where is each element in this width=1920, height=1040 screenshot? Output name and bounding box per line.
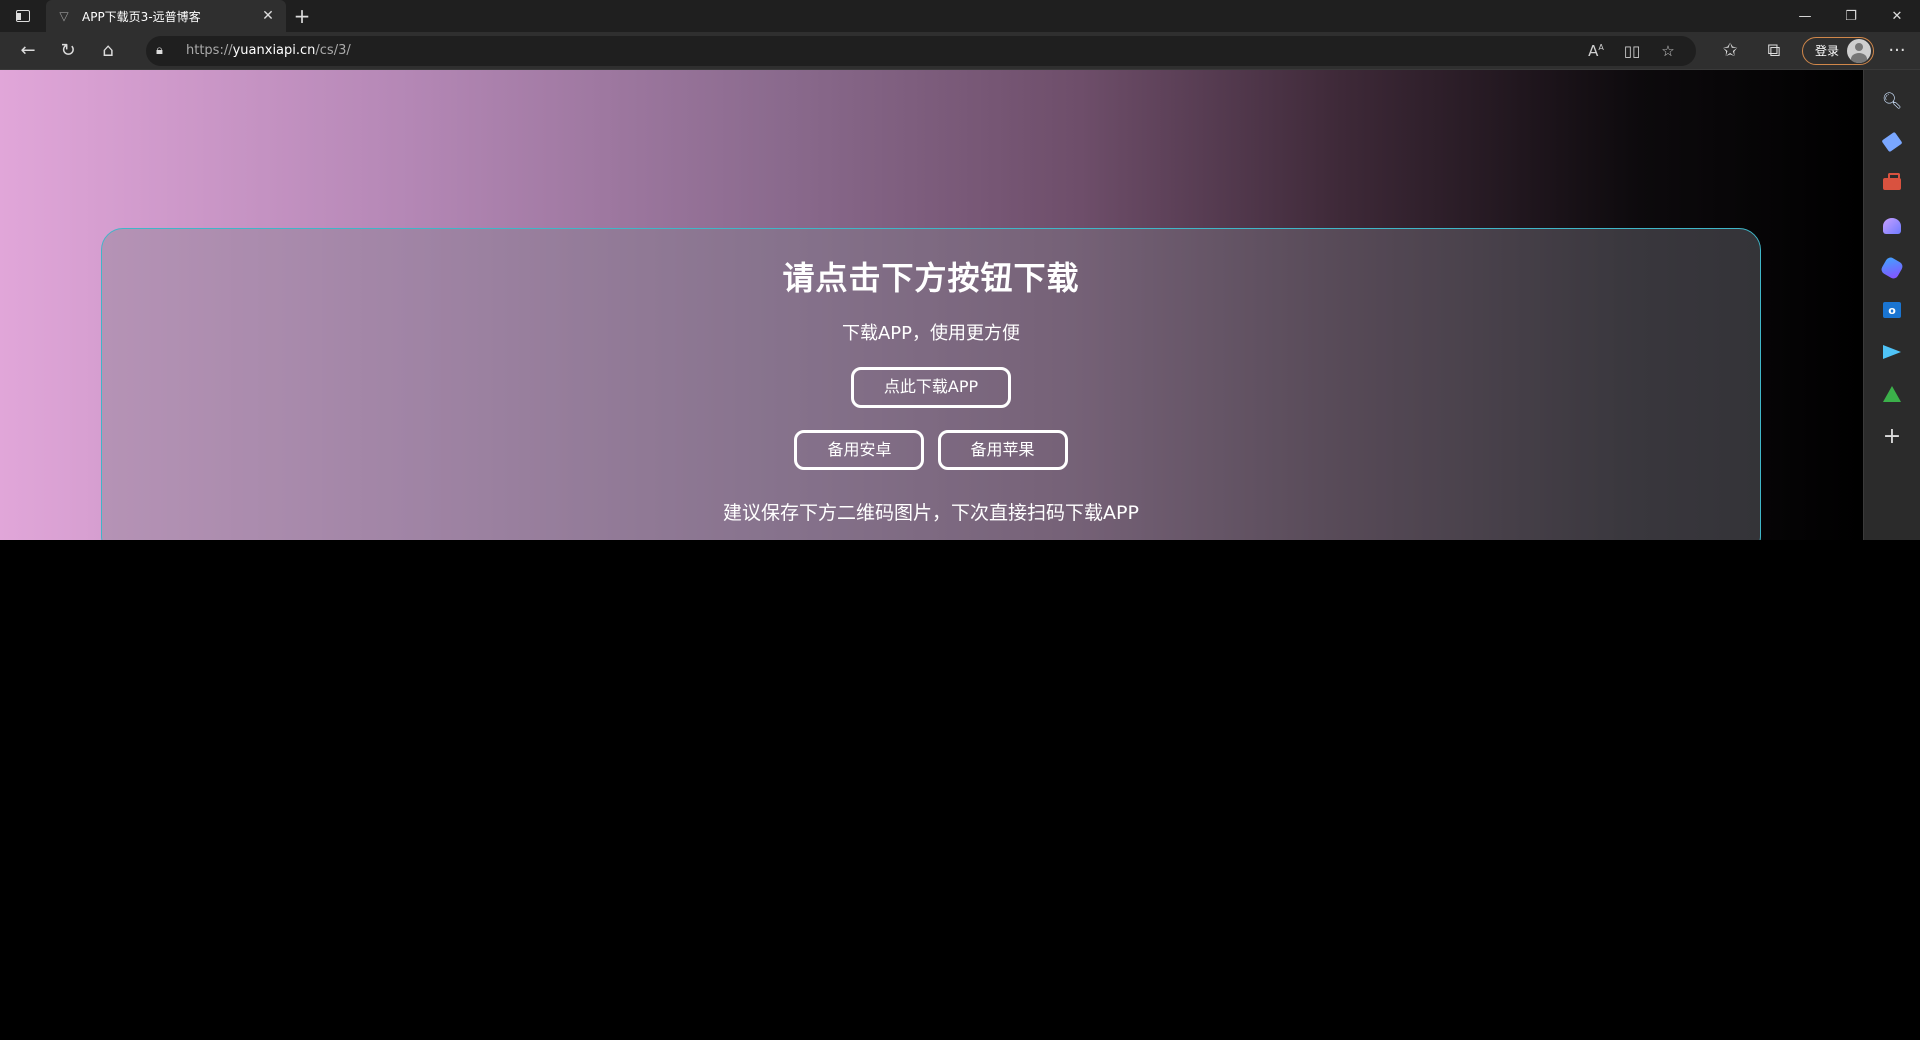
- close-window-button[interactable]: ✕: [1874, 0, 1920, 32]
- url-domain: yuanxiapi.cn: [232, 43, 316, 58]
- read-aloud-icon[interactable]: AA: [1578, 42, 1614, 60]
- send-icon: [1883, 345, 1901, 359]
- minimize-button[interactable]: —: [1782, 0, 1828, 32]
- new-tab-button[interactable]: +: [286, 0, 318, 32]
- qr-hint-text: 建议保存下方二维码图片，下次直接扫码下载APP: [723, 502, 1139, 524]
- sidebar-people-button[interactable]: [1874, 208, 1910, 244]
- backup-apple-button[interactable]: 备用苹果: [937, 430, 1068, 470]
- backup-android-button[interactable]: 备用安卓: [794, 430, 925, 470]
- sidebar-outlook-button[interactable]: o: [1874, 292, 1910, 328]
- sidebar-search-button[interactable]: 🔍︎: [1874, 82, 1910, 118]
- sidebar-send-button[interactable]: [1874, 334, 1910, 370]
- copilot-icon: [1879, 255, 1905, 281]
- collections-icon[interactable]: ⧉: [1752, 35, 1796, 67]
- shopping-bag-icon: [1883, 173, 1901, 190]
- sidebar-shopping-button[interactable]: [1874, 124, 1910, 160]
- tab-actions-icon: [16, 10, 30, 22]
- page-viewport: 请点击下方按钮下载 下载APP，使用更方便 点此下载APP 备用安卓 备用苹果 …: [0, 70, 1863, 540]
- url-text[interactable]: https://yuanxiapi.cn/cs/3/: [186, 43, 1578, 58]
- tag-icon: [1881, 131, 1903, 153]
- sidebar-add-button[interactable]: +: [1874, 418, 1910, 454]
- login-label: 登录: [1814, 44, 1839, 58]
- people-icon: [1883, 218, 1901, 234]
- add-icon: +: [1882, 423, 1902, 449]
- add-favorite-icon[interactable]: ☆: [1650, 42, 1686, 60]
- sidebar-tools-button[interactable]: [1874, 166, 1910, 202]
- home-button[interactable]: ⌂: [88, 35, 128, 67]
- sidebar-copilot-button[interactable]: [1874, 250, 1910, 286]
- reader-view-icon[interactable]: ▯▯: [1614, 42, 1650, 60]
- tab-bar: ▽ APP下载页3-远普博客 ✕ + — ❐ ✕: [0, 0, 1920, 32]
- address-bar[interactable]: 🔒︎ https://yuanxiapi.cn/cs/3/ AA ▯▯ ☆: [146, 35, 1696, 66]
- url-scheme: https://: [186, 43, 233, 58]
- site-favicon-icon: ▽: [59, 9, 69, 23]
- login-button[interactable]: 登录: [1801, 36, 1874, 65]
- download-app-button[interactable]: 点此下载APP: [851, 367, 1011, 408]
- page-subtitle: 下载APP，使用更方便: [841, 323, 1021, 344]
- backup-button-row: 备用安卓 备用苹果: [102, 430, 1760, 470]
- page-heading: 请点击下方按钮下载: [782, 259, 1080, 297]
- restore-button[interactable]: ❐: [1828, 0, 1874, 32]
- tab-actions-button[interactable]: [0, 0, 46, 32]
- active-tab[interactable]: ▽ APP下载页3-远普博客 ✕: [46, 0, 286, 32]
- window-controls: — ❐ ✕: [1782, 0, 1920, 32]
- sidebar-tree-button[interactable]: [1874, 376, 1910, 412]
- search-icon: 🔍︎: [1881, 90, 1903, 110]
- tree-icon: [1883, 386, 1901, 402]
- outlook-icon: o: [1883, 302, 1901, 318]
- download-card: 请点击下方按钮下载 下载APP，使用更方便 点此下载APP 备用安卓 备用苹果 …: [101, 228, 1761, 540]
- refresh-button[interactable]: ↻: [48, 35, 88, 67]
- favorites-icon[interactable]: ✩: [1708, 35, 1752, 67]
- more-menu-icon[interactable]: ···: [1874, 40, 1920, 61]
- tab-close-icon[interactable]: ✕: [260, 8, 276, 24]
- tab-title: APP下载页3-远普博客: [82, 9, 201, 24]
- back-button[interactable]: ←: [8, 35, 48, 67]
- lock-icon[interactable]: 🔒︎: [156, 43, 174, 58]
- browser-toolbar: ← ↻ ⌂ 🔒︎ https://yuanxiapi.cn/cs/3/ AA ▯…: [0, 32, 1920, 70]
- toolbar-right: ✩ ⧉ 登录 ···: [1708, 35, 1920, 67]
- url-path: /cs/3/: [315, 43, 351, 58]
- profile-avatar-icon: [1847, 38, 1871, 63]
- edge-sidebar: 🔍︎ o +: [1863, 70, 1920, 540]
